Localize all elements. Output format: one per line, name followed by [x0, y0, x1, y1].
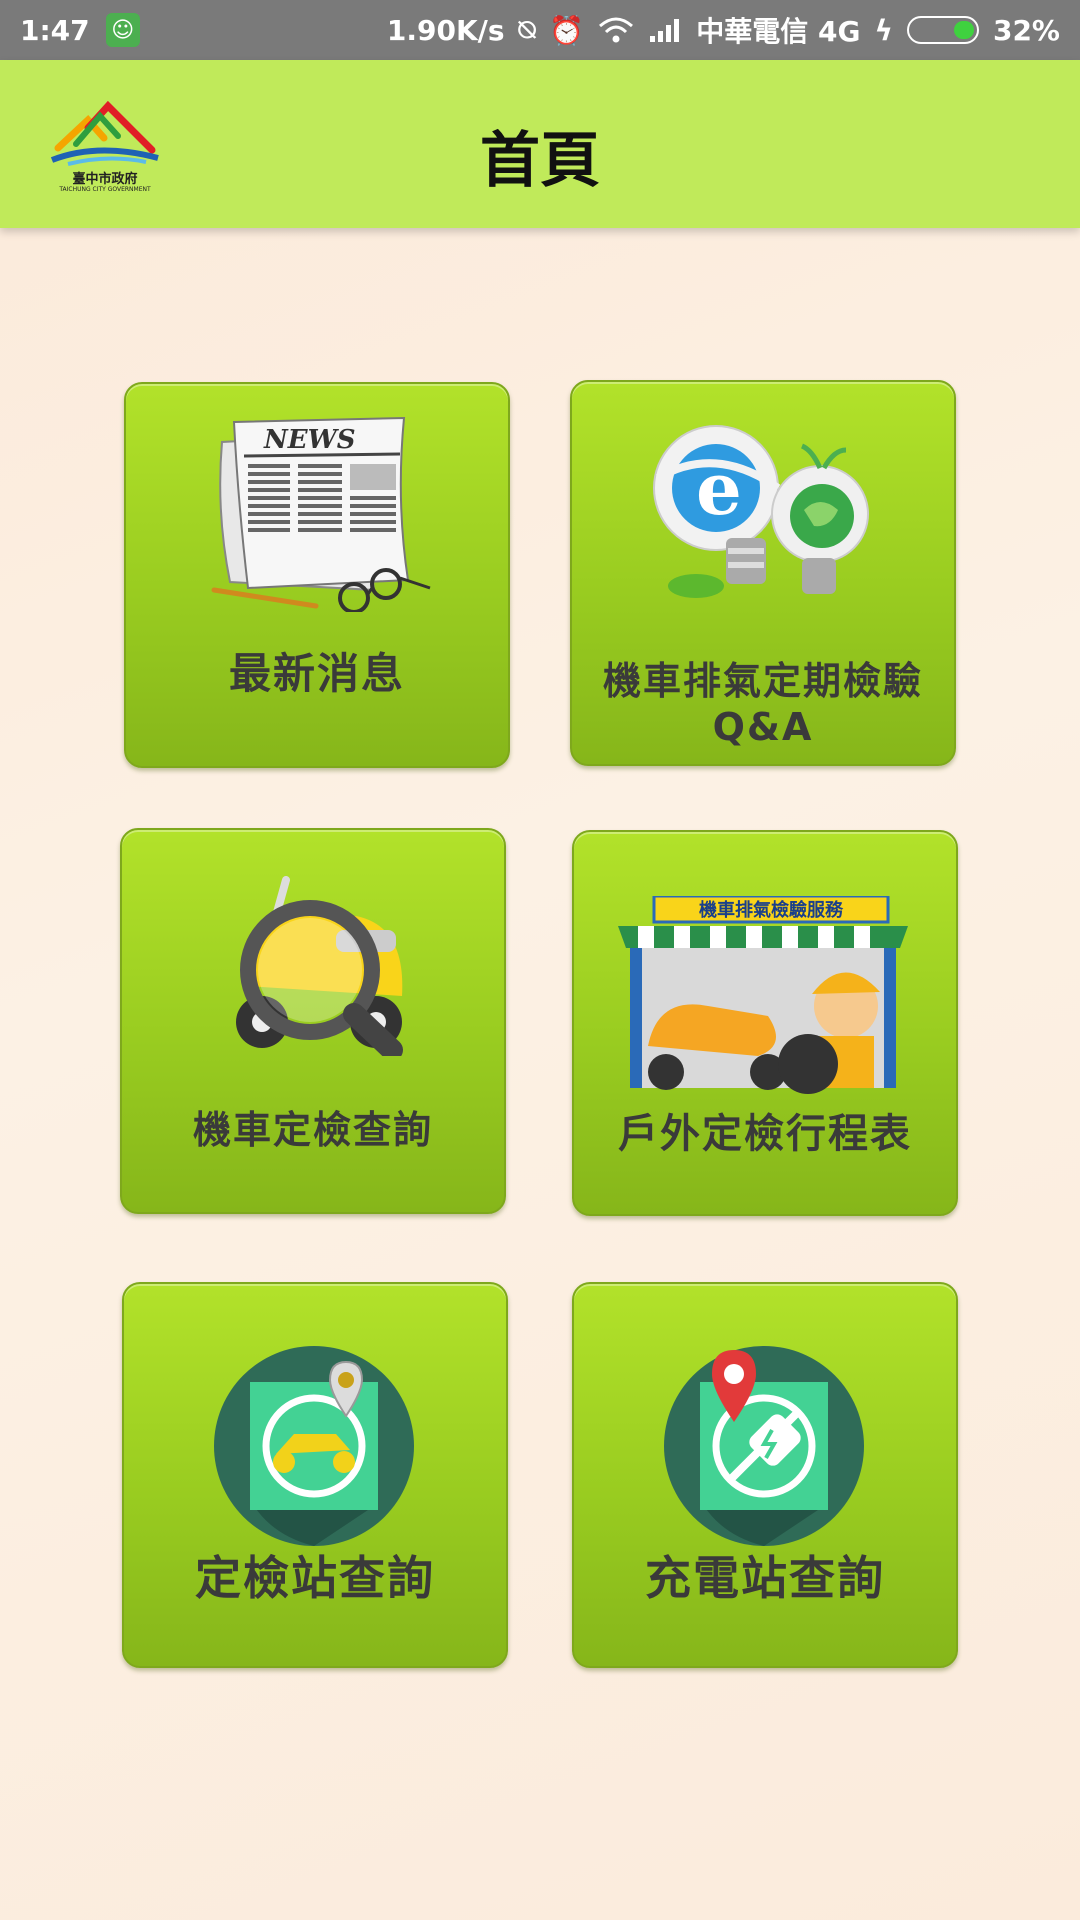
- tile-scooter-inspection-search[interactable]: 機車定檢查詢: [120, 828, 506, 1214]
- lightbulb-globe-icon: e: [653, 425, 869, 598]
- network-speed: 1.90K/s: [386, 13, 505, 47]
- tile-latest-news[interactable]: NEWS 最新消息: [124, 382, 510, 768]
- wifi-icon: [599, 17, 634, 43]
- newspaper-icon: NEWS: [211, 416, 431, 612]
- page-title: 首頁: [480, 126, 600, 196]
- tile-label-line2: Q&A: [712, 705, 814, 749]
- tile-label-line1: 機車排氣定期檢驗: [602, 659, 923, 703]
- signal-icon: [650, 19, 680, 42]
- battery-fill: [953, 21, 974, 39]
- status-bar: 1:47 ☺ 1.90K/s ⍉ ⏰ 中華電信 4G ϟ 32%: [0, 0, 1080, 60]
- tile-label: 充電站查詢: [645, 1551, 885, 1605]
- inspection-station-map-icon: [214, 1346, 414, 1546]
- alarm-icon: ⏰: [549, 13, 585, 47]
- outdoor-service-booth-icon: 機車排氣檢驗服務: [618, 896, 908, 1094]
- tile-label: 機車排氣定期檢驗 Q&A: [572, 658, 954, 750]
- vibrate-off-icon: ⍉: [518, 13, 536, 46]
- battery-percent: 32%: [992, 13, 1060, 47]
- booth-banner-text: 機車排氣檢驗服務: [699, 899, 844, 921]
- tile-inspection-station-search[interactable]: 定檢站查詢: [122, 1282, 508, 1668]
- carrier-label: 中華電信 4G: [696, 15, 861, 48]
- tile-label: 機車定檢查詢: [192, 1108, 433, 1152]
- tile-outdoor-inspection-schedule[interactable]: 機車排氣檢驗服務 戶外定檢行程表: [572, 830, 958, 1216]
- tile-inspection-qa[interactable]: e 機車排氣定期檢驗 Q&A: [570, 380, 956, 766]
- tile-label: 戶外定檢行程表: [618, 1111, 912, 1157]
- battery-icon: [906, 16, 979, 44]
- tile-charging-station-search[interactable]: 充電站查詢: [572, 1282, 958, 1668]
- charging-icon: ϟ: [874, 13, 893, 47]
- status-time: 1:47: [20, 13, 90, 47]
- svg-text:e: e: [696, 446, 742, 531]
- tile-label: 最新消息: [228, 649, 405, 698]
- charging-station-map-icon: [664, 1346, 864, 1546]
- newspaper-masthead: NEWS: [263, 425, 356, 455]
- app-bar: 臺中市政府 TAICHUNG CITY GOVERNMENT 首頁: [0, 60, 1080, 228]
- tile-label: 定檢站查詢: [195, 1551, 435, 1605]
- scooter-search-icon: [236, 876, 403, 1056]
- android-notification-icon: ☺: [105, 13, 140, 47]
